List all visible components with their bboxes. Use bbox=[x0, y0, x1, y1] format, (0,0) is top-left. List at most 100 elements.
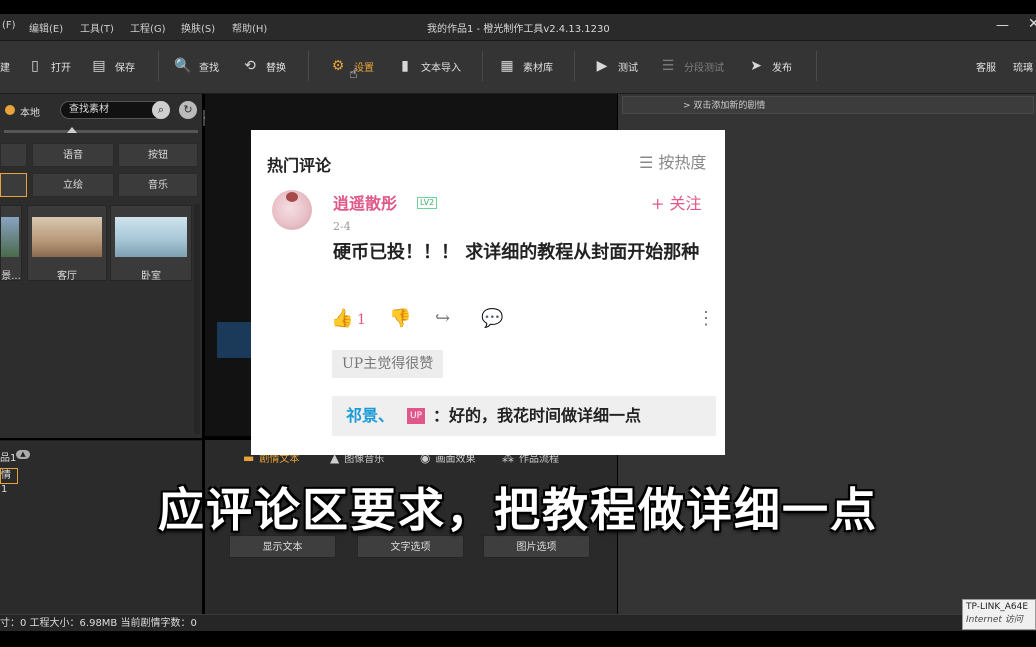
find-label: 查找 bbox=[199, 62, 219, 74]
comment-date: 2-4 bbox=[333, 220, 351, 233]
comment-username[interactable]: 逍遥散彤 bbox=[333, 190, 397, 214]
close-button[interactable]: ✕ bbox=[1028, 16, 1036, 32]
open-label: 打开 bbox=[51, 62, 71, 74]
toolbar-separator bbox=[308, 51, 309, 81]
find-button[interactable]: 🔍 查找 bbox=[173, 54, 219, 78]
mouse-cursor-icon: ☝ bbox=[349, 66, 358, 82]
search-icon: 🔍 bbox=[174, 58, 192, 74]
asset-scrollbar[interactable] bbox=[194, 204, 200, 434]
add-scene-row[interactable]: > 双击添加新的剧情 bbox=[622, 96, 1034, 114]
asset-library-label: 素材库 bbox=[523, 62, 553, 74]
toolbar-separator bbox=[158, 51, 159, 81]
text-import-button[interactable]: ▮ 文本导入 bbox=[395, 54, 461, 78]
thumbs-up-icon[interactable]: 👍 bbox=[331, 308, 353, 329]
text-import-label: 文本导入 bbox=[421, 62, 461, 74]
sort-by-heat-button[interactable]: ☰ 按热度 bbox=[639, 149, 706, 173]
like-count: 1 bbox=[357, 312, 366, 328]
network-status: Internet 访问 bbox=[966, 615, 1023, 625]
category-background[interactable] bbox=[0, 143, 27, 167]
play-icon: ▶ bbox=[596, 58, 608, 74]
replace-icon: ⟲ bbox=[244, 58, 256, 74]
category-button[interactable]: 按钮 bbox=[118, 143, 198, 167]
divider-handle-icon[interactable] bbox=[67, 127, 77, 133]
new-button[interactable]: 建 bbox=[0, 54, 10, 78]
network-notification[interactable]: TP-LINK_A64E Internet 访问 bbox=[962, 599, 1036, 630]
follow-button[interactable]: + 关注 bbox=[651, 190, 702, 214]
asset-thumbnail[interactable]: 客厅 bbox=[27, 205, 107, 282]
share-icon[interactable]: ↪ bbox=[435, 308, 450, 329]
service-label: 客服 bbox=[976, 62, 996, 74]
menu-project[interactable]: 工程(G) bbox=[130, 20, 166, 35]
publish-label: 发布 bbox=[772, 62, 792, 74]
text-import-icon: ▮ bbox=[401, 58, 409, 74]
save-button[interactable]: ▤ 保存 bbox=[89, 54, 135, 78]
category-music[interactable]: 音乐 bbox=[118, 173, 198, 197]
replace-button[interactable]: ⟲ 替换 bbox=[240, 54, 286, 78]
category-selected[interactable] bbox=[0, 173, 27, 197]
stream-label: 琉璃 bbox=[1013, 62, 1033, 74]
customer-service-button[interactable]: 客服 bbox=[976, 54, 996, 78]
category-portrait[interactable]: 立绘 bbox=[32, 173, 114, 197]
comment-actions: 👍 1 👎 ↪ 💬 ⋮ bbox=[331, 306, 715, 332]
paper-plane-icon: ➤ bbox=[750, 58, 762, 74]
open-button[interactable]: ▯ 打开 bbox=[25, 54, 71, 78]
toolbar: 建 ▯ 打开 ▤ 保存 🔍 查找 ⟲ 替换 ⚙ 设置 ☝ ▮ 文本导入 ▦ 素材库 ▶ 测试 ☰… bbox=[0, 41, 1036, 94]
stream-button[interactable]: 琉璃 bbox=[1013, 54, 1033, 78]
status-bar: 寸：0 工程大小：6.98MB 当前剧情字数：0 bbox=[0, 614, 1036, 632]
menu-edit[interactable]: 编辑(E) bbox=[29, 20, 63, 35]
minimize-button[interactable]: — bbox=[996, 18, 1009, 33]
reply-bubble-icon[interactable]: 💬 bbox=[481, 308, 503, 329]
up-liked-badge: UP主觉得很赞 bbox=[332, 350, 444, 378]
segment-test-label: 分段测试 bbox=[684, 62, 724, 74]
grid-icon: ▦ bbox=[500, 58, 514, 74]
asset-library-button[interactable]: ▦ 素材库 bbox=[497, 54, 553, 78]
thumbnail-image bbox=[115, 217, 187, 257]
reply-text: ：好的，我花时间做详细一点 bbox=[433, 406, 642, 425]
menu-file[interactable]: (F) bbox=[2, 20, 16, 31]
menu-bar: (F) 编辑(E) 工具(T) 工程(G) 换肤(S) 帮助(H) 我的作品1 … bbox=[0, 14, 1036, 41]
reply-username[interactable]: 祁景、 bbox=[346, 396, 394, 436]
local-radio[interactable] bbox=[5, 105, 15, 115]
thumbs-down-icon[interactable]: 👎 bbox=[389, 308, 411, 329]
test-label: 测试 bbox=[618, 62, 638, 74]
asset-thumbnail[interactable]: 卧室 bbox=[110, 205, 192, 282]
publish-button[interactable]: ➤ 发布 bbox=[746, 54, 792, 78]
top-black-band bbox=[0, 0, 1036, 14]
window-title: 我的作品1 - 橙光制作工具v2.4.13.1230 bbox=[427, 24, 610, 35]
search-button-icon[interactable]: ⌕ bbox=[152, 101, 170, 119]
thumbnail-image bbox=[32, 217, 102, 257]
thumbnail-label: 卧室 bbox=[141, 271, 161, 282]
segment-test-button[interactable]: ☰ 分段测试 bbox=[658, 54, 724, 78]
asset-panel: 本地 查找素材 ⌕ ↻ 语音 按钮 立绘 音乐 景... 客厅 卧室 bbox=[0, 94, 202, 438]
menu-tools[interactable]: 工具(T) bbox=[80, 20, 114, 35]
thumbnail-label: 景... bbox=[1, 271, 21, 282]
test-button[interactable]: ▶ 测试 bbox=[592, 54, 638, 78]
up-reply[interactable]: 祁景、 UP ：好的，我花时间做详细一点 bbox=[332, 396, 716, 436]
gear-icon: ⚙ bbox=[331, 58, 345, 74]
segment-icon: ☰ bbox=[661, 58, 675, 74]
level-badge: LV2 bbox=[417, 197, 438, 209]
more-options-icon[interactable]: ⋮ bbox=[697, 308, 715, 329]
panel-divider[interactable] bbox=[4, 130, 198, 133]
comment-body: 硬币已投！！！ 求详细的教程从封面开始那种 bbox=[333, 242, 700, 263]
replace-label: 替换 bbox=[266, 62, 286, 74]
open-icon: ▯ bbox=[31, 58, 39, 74]
refresh-icon[interactable]: ↻ bbox=[179, 101, 197, 119]
save-label: 保存 bbox=[115, 62, 135, 74]
menu-skin[interactable]: 换肤(S) bbox=[181, 20, 215, 35]
menu-help[interactable]: 帮助(H) bbox=[232, 20, 267, 35]
comment-section-title: 热门评论 bbox=[267, 156, 332, 175]
collapse-icon[interactable]: ▲ bbox=[16, 450, 30, 459]
thumbnail-image bbox=[1, 217, 19, 257]
comment-card: 热门评论 ☰ 按热度 逍遥散彤 LV2 + 关注 2-4 硬币已投！！！ 求详细… bbox=[251, 130, 725, 455]
avatar[interactable] bbox=[272, 190, 312, 230]
category-voice[interactable]: 语音 bbox=[32, 143, 114, 167]
local-label: 本地 bbox=[20, 108, 40, 119]
toolbar-separator bbox=[574, 51, 575, 81]
network-name: TP-LINK_A64E bbox=[966, 602, 1029, 612]
avatar-decoration bbox=[286, 192, 298, 202]
toolbar-separator bbox=[482, 51, 483, 81]
asset-thumbnail[interactable]: 景... bbox=[0, 205, 22, 282]
project-label: 品1 bbox=[0, 453, 17, 464]
save-icon: ▤ bbox=[92, 58, 106, 74]
